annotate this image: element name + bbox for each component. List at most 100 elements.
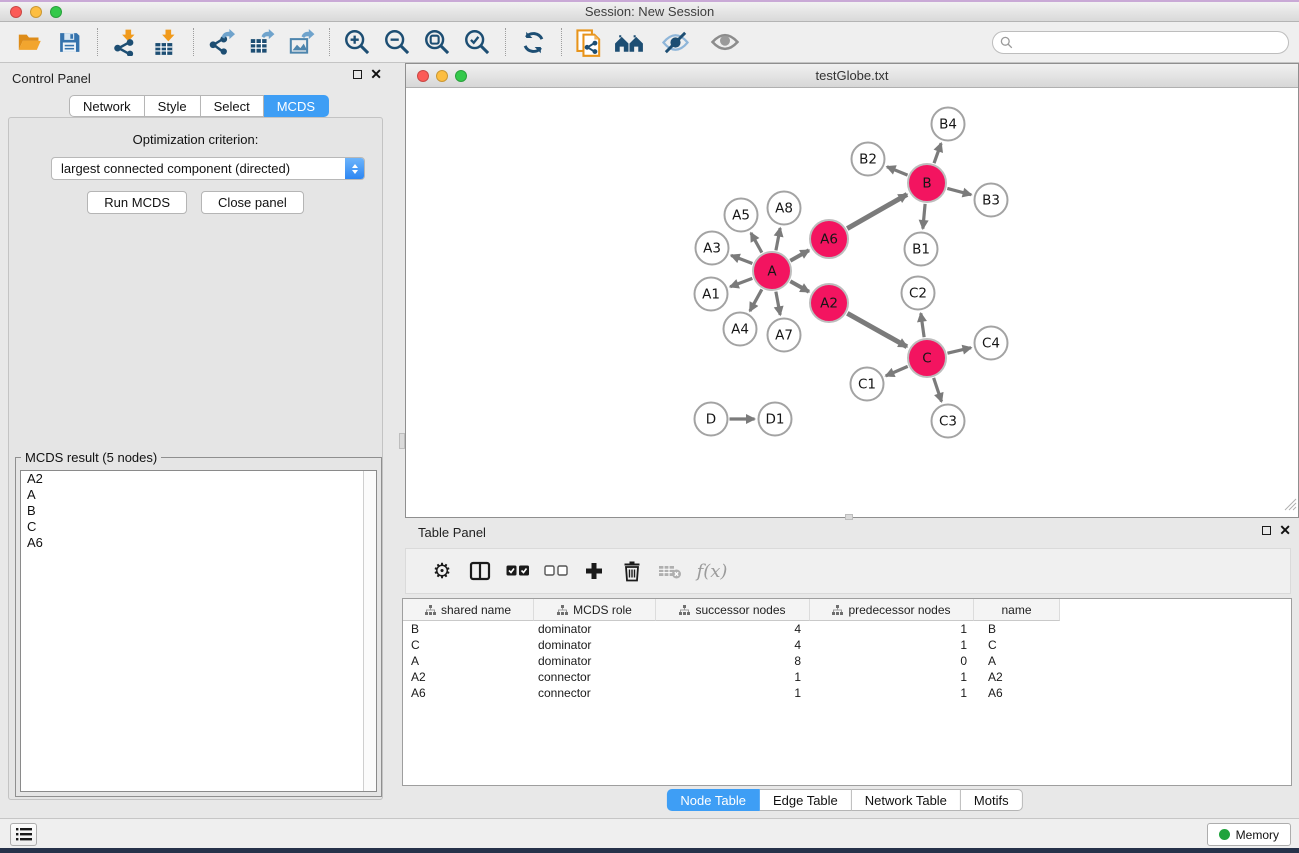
graph-edge[interactable] — [790, 250, 809, 260]
close-window-button[interactable] — [10, 6, 22, 18]
column-header-shared-name[interactable]: shared name — [403, 599, 534, 621]
list-icon — [16, 828, 32, 841]
show-column-icon[interactable] — [461, 554, 499, 588]
graph-edge[interactable] — [921, 313, 924, 337]
tab-edge-table[interactable]: Edge Table — [760, 789, 852, 811]
attribute-icon — [557, 605, 568, 615]
mcds-result-list[interactable]: A2ABCA6 — [20, 470, 377, 792]
zoom-selected-icon[interactable] — [460, 26, 494, 58]
graph-edge[interactable] — [934, 378, 942, 402]
graph-node-label: B — [922, 176, 931, 192]
column-header-mcds-role[interactable]: MCDS role — [534, 599, 656, 621]
list-scrollbar[interactable] — [363, 471, 376, 791]
graph-edge[interactable] — [847, 313, 907, 346]
graph-edge[interactable] — [790, 281, 809, 291]
network-canvas[interactable]: B4B2BB3A5A8A6A3B1AA1C2A2A4A7C4CC1DD1C3 — [406, 89, 1298, 517]
table-settings-gear-icon[interactable]: ⚙ — [423, 554, 461, 588]
show-graphics-details-icon[interactable] — [708, 26, 742, 58]
zoom-fit-icon[interactable] — [420, 26, 454, 58]
tab-motifs[interactable]: Motifs — [961, 789, 1023, 811]
tab-mcds[interactable]: MCDS — [264, 95, 329, 117]
graph-edge[interactable] — [923, 204, 925, 229]
delete-table-icon[interactable] — [651, 554, 689, 588]
network-view-window: testGlobe.txt B4B2BB3A5A8A6A3B1AA1C2A2A4… — [405, 63, 1299, 518]
deselect-all-columns-icon[interactable] — [537, 554, 575, 588]
refresh-layout-icon[interactable] — [516, 26, 550, 58]
network-graph[interactable]: B4B2BB3A5A8A6A3B1AA1C2A2A4A7C4CC1DD1C3 — [406, 89, 1298, 518]
minimize-window-button[interactable] — [30, 6, 42, 18]
table-cell: 0 — [810, 654, 974, 668]
open-file-icon[interactable] — [12, 26, 46, 58]
tab-network[interactable]: Network — [69, 95, 145, 117]
table-row[interactable]: Cdominator41C — [403, 637, 1291, 653]
export-table-icon[interactable] — [244, 26, 278, 58]
export-image-icon[interactable] — [284, 26, 318, 58]
add-column-icon[interactable] — [575, 554, 613, 588]
function-builder-icon[interactable]: f(x) — [693, 554, 731, 588]
graph-edge[interactable] — [751, 233, 762, 253]
search-input[interactable] — [1018, 34, 1288, 52]
mcds-result-item[interactable]: B — [21, 503, 376, 519]
float-panel-icon[interactable] — [353, 70, 362, 79]
welcome-screen-icon[interactable] — [612, 26, 646, 58]
zoom-window-button[interactable] — [50, 6, 62, 18]
select-all-columns-icon[interactable] — [499, 554, 537, 588]
tab-node-table[interactable]: Node Table — [666, 789, 760, 811]
memory-button[interactable]: Memory — [1207, 823, 1291, 846]
zoom-network-window-button[interactable] — [455, 70, 467, 82]
tab-style[interactable]: Style — [145, 95, 201, 117]
tab-select[interactable]: Select — [201, 95, 264, 117]
graph-edge[interactable] — [776, 292, 780, 315]
mcds-result-item[interactable]: A — [21, 487, 376, 503]
table-cell: dominator — [534, 654, 656, 668]
graph-edge[interactable] — [934, 143, 941, 163]
table-row[interactable]: Adominator80A — [403, 653, 1291, 669]
graph-edge[interactable] — [887, 167, 908, 175]
zoom-out-icon[interactable] — [380, 26, 414, 58]
graph-edge[interactable] — [750, 289, 762, 311]
column-header-predecessor-nodes[interactable]: predecessor nodes — [810, 599, 974, 621]
delete-column-icon[interactable] — [613, 554, 651, 588]
table-row[interactable]: Bdominator41B — [403, 621, 1291, 637]
column-header-name[interactable]: name — [974, 599, 1060, 621]
tab-network-table[interactable]: Network Table — [852, 789, 961, 811]
graph-edge[interactable] — [847, 194, 907, 228]
table-row[interactable]: A2connector11A2 — [403, 669, 1291, 685]
graph-edge[interactable] — [947, 188, 971, 194]
hide-graphics-details-icon[interactable] — [658, 26, 692, 58]
graph-edge[interactable] — [730, 278, 752, 286]
mcds-result-item[interactable]: A6 — [21, 535, 376, 551]
export-network-icon[interactable] — [204, 26, 238, 58]
dropdown-stepper-icon — [345, 158, 364, 179]
close-network-window-button[interactable] — [417, 70, 429, 82]
table-cell: B — [974, 622, 1060, 636]
column-header-successor-nodes[interactable]: successor nodes — [656, 599, 810, 621]
network-window-titlebar[interactable]: testGlobe.txt — [406, 64, 1298, 88]
run-mcds-button[interactable]: Run MCDS — [87, 191, 187, 214]
network-from-selection-icon[interactable] — [572, 26, 606, 58]
table-row[interactable]: A6connector11A6 — [403, 685, 1291, 701]
import-network-icon[interactable] — [108, 26, 142, 58]
mcds-result-item[interactable]: C — [21, 519, 376, 535]
graph-node-label: A4 — [731, 322, 749, 338]
zoom-in-icon[interactable] — [340, 26, 374, 58]
minimize-network-window-button[interactable] — [436, 70, 448, 82]
graph-node-label: C — [922, 351, 931, 367]
window-resize-grip[interactable] — [1284, 498, 1297, 516]
close-table-panel-icon[interactable]: ✕ — [1279, 525, 1291, 535]
import-table-icon[interactable] — [148, 26, 182, 58]
node-table[interactable]: shared name MCDS role successor nodes pr… — [402, 598, 1292, 786]
close-panel-icon[interactable]: ✕ — [370, 69, 382, 79]
graph-edge[interactable] — [776, 228, 780, 250]
float-table-panel-icon[interactable] — [1262, 526, 1271, 535]
save-session-icon[interactable] — [52, 26, 86, 58]
toolbar-separator — [505, 28, 506, 56]
graph-edge[interactable] — [731, 255, 752, 263]
graph-edge[interactable] — [886, 366, 908, 375]
search-field[interactable] — [992, 31, 1289, 54]
criterion-dropdown[interactable]: largest connected component (directed) — [51, 157, 365, 180]
task-history-button[interactable] — [10, 823, 37, 846]
close-panel-button[interactable]: Close panel — [201, 191, 304, 214]
graph-edge[interactable] — [947, 348, 971, 354]
mcds-result-item[interactable]: A2 — [21, 471, 376, 487]
